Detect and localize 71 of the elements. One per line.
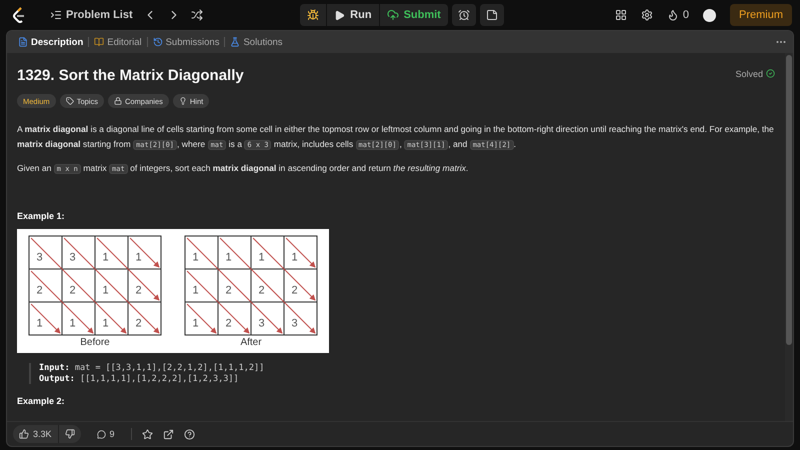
premium-button[interactable]: Premium: [730, 4, 792, 26]
note-icon: [486, 9, 498, 21]
cell-value: 2: [135, 318, 142, 330]
star-icon[interactable]: [142, 428, 153, 440]
cell-value: 1: [102, 252, 109, 264]
problem-list-link[interactable]: Problem List: [50, 9, 133, 21]
solved-status: Solved: [735, 68, 763, 78]
cell-value: 1: [192, 284, 199, 296]
tab[interactable]: Editorial: [89, 36, 147, 48]
cell-value: 1: [135, 252, 142, 264]
grid-icon[interactable]: [614, 9, 627, 21]
avatar[interactable]: [703, 8, 716, 22]
cell-value: 1: [102, 318, 109, 330]
tab[interactable]: Submissions: [148, 36, 224, 48]
problem-title[interactable]: 1329. Sort the Matrix Diagonally: [17, 67, 244, 84]
document-icon: [18, 37, 28, 47]
example-code-line: Output: [[1,1,1,1],[1,2,2,2],[1,2,3,3]]: [39, 374, 240, 384]
tab[interactable]: Solutions: [225, 36, 288, 48]
play-icon: [334, 10, 346, 20]
cell-value: 3: [69, 252, 76, 264]
cell-value: 1: [69, 318, 76, 330]
note-button[interactable]: [480, 4, 504, 26]
share-icon[interactable]: [162, 428, 174, 440]
cell-value: 2: [291, 284, 298, 296]
cell-value: 3: [291, 318, 298, 330]
book-icon: [94, 37, 104, 47]
comment-icon: [96, 430, 106, 438]
alarm-clock-icon: [458, 9, 470, 21]
figure-caption: Before: [80, 337, 110, 348]
figure-caption: After: [240, 337, 262, 348]
logo-icon[interactable]: [12, 7, 26, 23]
cell-value: 2: [225, 284, 232, 296]
help-icon[interactable]: [184, 428, 195, 440]
run-button[interactable]: Run: [326, 4, 379, 26]
cell-value: 1: [102, 284, 109, 296]
comments-button[interactable]: 9: [90, 429, 121, 439]
tag-icon: [66, 97, 74, 105]
cloud-upload-icon: [386, 9, 399, 21]
example-code-line: Input: mat = [[3,3,1,1],[2,2,1,2],[1,1,1,2]]: [39, 363, 266, 373]
cell-value: 1: [192, 318, 199, 330]
streak-counter[interactable]: 0: [666, 9, 689, 21]
check-circle-icon: [766, 69, 775, 78]
cell-value: 2: [69, 284, 76, 296]
cell-value: 1: [225, 252, 232, 264]
cell-value: 1: [258, 252, 265, 264]
cell-value: 3: [36, 252, 43, 264]
lock-icon: [114, 97, 122, 105]
example-heading: Example 2:: [17, 396, 66, 406]
tab[interactable]: Description: [13, 36, 88, 48]
bug-icon: [307, 9, 320, 21]
thumbs-down-icon: [64, 429, 75, 439]
shuffle-icon[interactable]: [190, 9, 203, 21]
cell-value: 2: [258, 284, 265, 296]
scrollbar[interactable]: [785, 53, 793, 421]
flask-icon: [230, 37, 240, 47]
settings-icon[interactable]: [640, 9, 653, 21]
cell-value: 2: [225, 318, 232, 330]
list-icon: [50, 9, 62, 21]
flame-icon: [666, 9, 679, 21]
history-icon: [152, 37, 163, 47]
cell-value: 1: [291, 252, 298, 264]
thumbs-up-icon: [19, 429, 29, 439]
submit-button[interactable]: Submit: [378, 4, 448, 26]
cell-value: 3: [258, 318, 265, 330]
cell-value: 1: [36, 318, 43, 330]
cell-value: 2: [135, 284, 142, 296]
alarm-button[interactable]: [452, 4, 476, 26]
cell-value: 1: [192, 252, 199, 264]
lightbulb-icon: [178, 97, 187, 105]
cell-value: 2: [36, 284, 43, 296]
example-heading: Example 1:: [17, 211, 66, 221]
